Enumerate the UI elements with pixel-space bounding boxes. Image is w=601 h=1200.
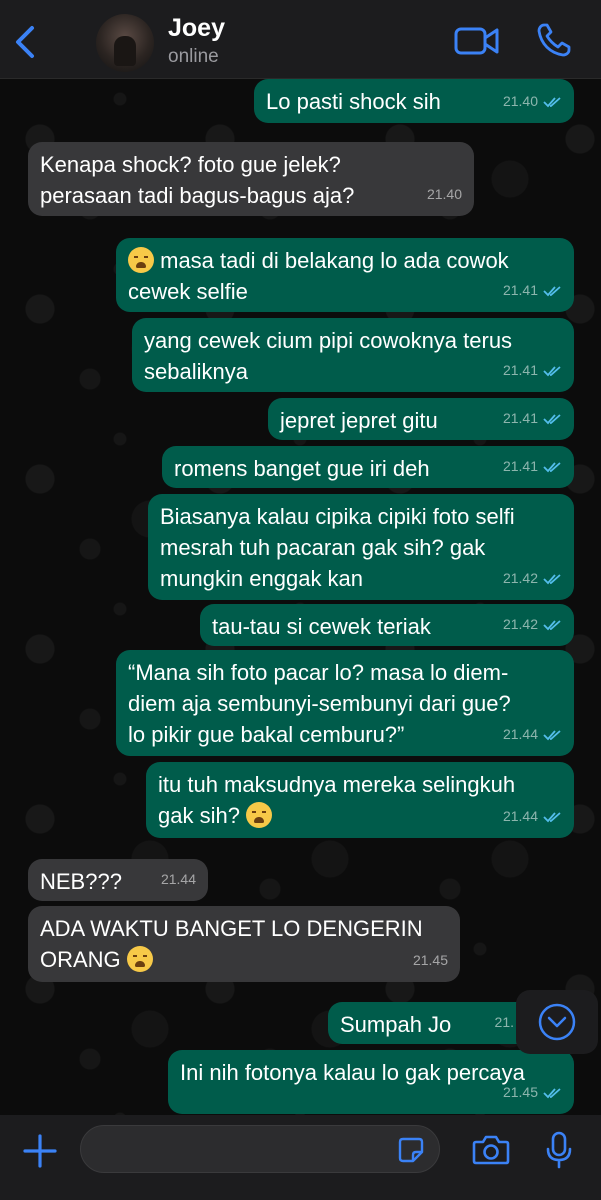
phone-call-icon[interactable] bbox=[536, 22, 572, 58]
message-bubble-outgoing[interactable]: Ini nih fotonya kalau lo gak percaya 21.… bbox=[168, 1050, 574, 1114]
message-text: ADA WAKTU BANGET LO DENGERIN ORANG bbox=[40, 916, 423, 972]
chevron-down-circle-icon bbox=[538, 1003, 576, 1041]
message-text: itu tuh maksudnya mereka selingkuh gak s… bbox=[158, 772, 516, 828]
contact-name[interactable]: Joey bbox=[168, 14, 225, 43]
message-text: Ini nih fotonya kalau lo gak percaya bbox=[180, 1060, 525, 1085]
message-bubble-outgoing[interactable]: masa tadi di belakang lo ada cowok cewek… bbox=[116, 238, 574, 312]
composer-bar bbox=[0, 1115, 601, 1200]
message-time: 21.45 bbox=[502, 1084, 538, 1100]
message-time: 21.41 bbox=[502, 458, 538, 474]
loudly-crying-face-emoji bbox=[246, 802, 273, 828]
microphone-icon[interactable] bbox=[545, 1131, 573, 1169]
message-time: 21. bbox=[494, 1014, 514, 1030]
chat-header: Joey online bbox=[0, 0, 601, 79]
message-input[interactable] bbox=[80, 1125, 440, 1173]
read-ticks-icon bbox=[543, 413, 561, 424]
message-bubble-outgoing[interactable]: itu tuh maksudnya mereka selingkuh gak s… bbox=[146, 762, 574, 838]
contact-status: online bbox=[168, 46, 219, 67]
message-text: masa tadi di belakang lo ada cowok cewek… bbox=[128, 248, 509, 304]
message-bubble-outgoing[interactable]: yang cewek cium pipi cowoknya terus seba… bbox=[132, 318, 574, 392]
message-bubble-outgoing[interactable]: jepret jepret gitu 21.41 bbox=[268, 398, 574, 440]
message-time: 21.40 bbox=[502, 93, 538, 109]
message-time: 21.42 bbox=[502, 616, 538, 632]
message-time: 21.45 bbox=[412, 952, 448, 968]
message-bubble-outgoing[interactable]: Biasanya kalau cipika cipiki foto selfi … bbox=[148, 494, 574, 600]
message-time: 21.41 bbox=[502, 282, 538, 298]
message-bubble-outgoing[interactable]: romens banget gue iri deh 21.41 bbox=[162, 446, 574, 488]
message-text: Sumpah Jo bbox=[340, 1012, 452, 1037]
message-time: 21.44 bbox=[502, 808, 538, 824]
message-text: Biasanya kalau cipika cipiki foto selfi … bbox=[160, 504, 515, 591]
scroll-to-bottom-button[interactable] bbox=[516, 990, 598, 1054]
read-ticks-icon bbox=[543, 96, 561, 107]
avatar[interactable] bbox=[96, 14, 154, 72]
message-time: 21.42 bbox=[502, 570, 538, 586]
read-ticks-icon bbox=[543, 461, 561, 472]
message-text: yang cewek cium pipi cowoknya terus seba… bbox=[144, 328, 513, 384]
message-bubble-incoming[interactable]: Kenapa shock? foto gue jelek? perasaan t… bbox=[28, 142, 474, 216]
video-call-icon[interactable] bbox=[454, 24, 500, 58]
message-time: 21.41 bbox=[502, 362, 538, 378]
sticker-icon[interactable] bbox=[398, 1137, 424, 1163]
message-text: Lo pasti shock sih bbox=[266, 89, 441, 114]
message-time: 21.44 bbox=[502, 726, 538, 742]
read-ticks-icon bbox=[543, 811, 561, 822]
loudly-crying-face-emoji bbox=[128, 247, 154, 273]
read-ticks-icon bbox=[543, 573, 561, 584]
message-text: Kenapa shock? foto gue jelek? perasaan t… bbox=[40, 152, 355, 208]
message-list[interactable]: Lo pasti shock sih 21.40 Kenapa shock? f… bbox=[0, 79, 601, 1115]
loudly-crying-face-emoji bbox=[126, 946, 153, 972]
message-bubble-incoming[interactable]: NEB??? 21.44 bbox=[28, 859, 208, 901]
message-text: “Mana sih foto pacar lo? masa lo diem- d… bbox=[128, 660, 511, 747]
message-text: jepret jepret gitu bbox=[280, 408, 438, 433]
message-bubble-outgoing[interactable]: “Mana sih foto pacar lo? masa lo diem- d… bbox=[116, 650, 574, 756]
message-text: romens banget gue iri deh bbox=[174, 456, 430, 481]
message-bubble-outgoing[interactable]: tau-tau si cewek teriak 21.42 bbox=[200, 604, 574, 646]
message-time: 21.41 bbox=[502, 410, 538, 426]
read-ticks-icon bbox=[543, 729, 561, 740]
message-time: 21.40 bbox=[426, 186, 462, 202]
message-text: NEB??? bbox=[40, 869, 122, 894]
message-time: 21.44 bbox=[160, 871, 196, 887]
read-ticks-icon bbox=[543, 365, 561, 376]
message-bubble-outgoing[interactable]: Lo pasti shock sih 21.40 bbox=[254, 79, 574, 123]
read-ticks-icon bbox=[543, 1087, 561, 1098]
read-ticks-icon bbox=[543, 285, 561, 296]
message-text: tau-tau si cewek teriak bbox=[212, 614, 431, 639]
camera-icon[interactable] bbox=[472, 1134, 510, 1166]
message-bubble-incoming[interactable]: ADA WAKTU BANGET LO DENGERIN ORANG 21.45 bbox=[28, 906, 460, 982]
plus-icon[interactable] bbox=[22, 1133, 58, 1169]
back-chevron-icon[interactable] bbox=[10, 22, 40, 62]
read-ticks-icon bbox=[543, 619, 561, 630]
